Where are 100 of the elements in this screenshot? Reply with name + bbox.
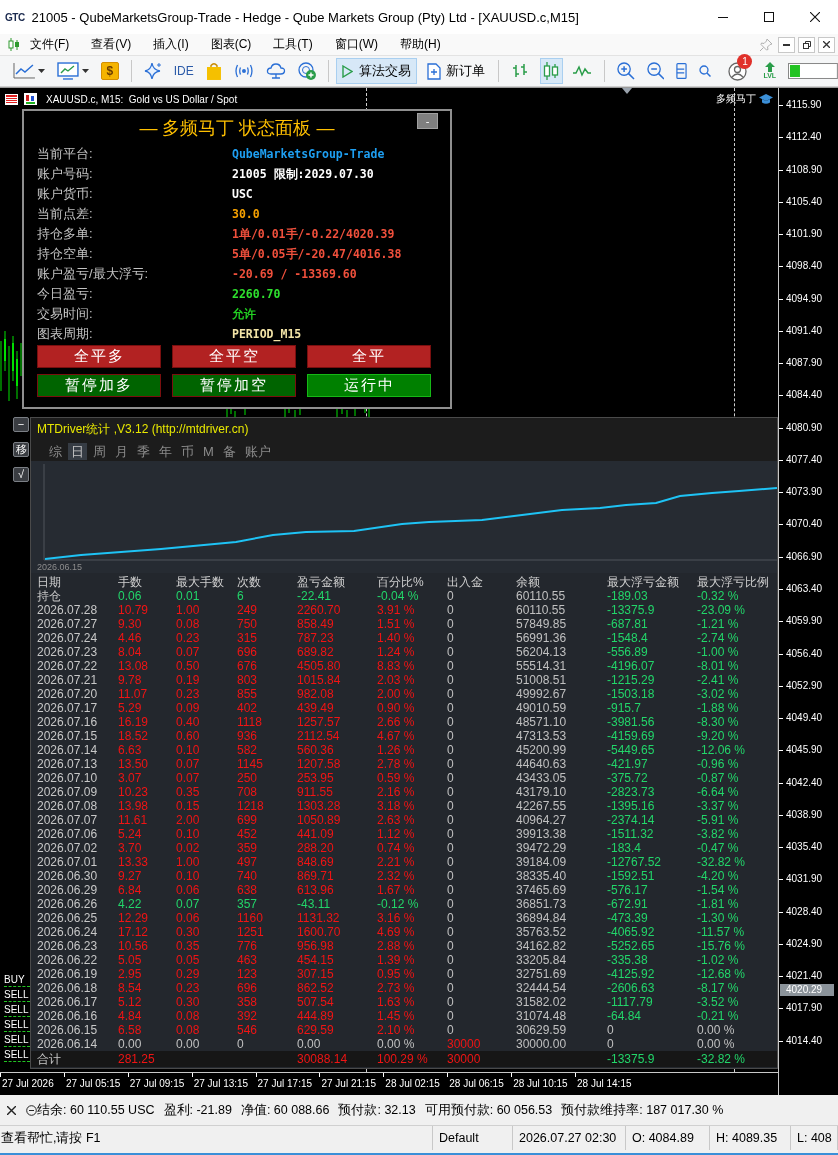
table-cell: 60110.55 — [516, 603, 566, 617]
tab[interactable]: 季 — [134, 443, 153, 460]
search-icon[interactable] — [699, 65, 712, 77]
arrow-up-icon[interactable] — [764, 62, 775, 72]
table-cell: 2026.07.13 — [37, 757, 98, 771]
cloud-icon[interactable] — [265, 63, 286, 79]
new-order-button[interactable]: 新订单 — [423, 58, 488, 84]
table-cell: -375.72 — [607, 771, 648, 785]
table-cell: 2026.07.23 — [37, 645, 98, 659]
table-cell: 18.52 — [118, 729, 149, 743]
status-cell: L: 408 — [791, 1126, 838, 1150]
restore-icon — [802, 40, 811, 49]
line-chart-icon[interactable] — [13, 63, 35, 79]
restore-button[interactable] — [798, 36, 815, 53]
menu-item[interactable]: 窗口(W) — [334, 36, 378, 53]
table-cell: -3981.56 — [607, 715, 655, 729]
minimize-button[interactable] — [778, 36, 795, 53]
signal-waves-icon[interactable] — [233, 64, 254, 78]
table-cell: 0.00 — [118, 1037, 142, 1051]
panel-button[interactable]: 暂停加空 — [172, 374, 296, 397]
table-cell: 2026.07.21 — [37, 673, 98, 687]
table-cell: 30000 — [447, 1037, 481, 1051]
panel-button[interactable]: 暂停加多 — [37, 374, 161, 397]
panel-button[interactable]: 全平多 — [37, 345, 161, 368]
menu-item[interactable]: 插入(I) — [153, 36, 189, 53]
collapse-button[interactable]: - — [417, 113, 438, 129]
table-cell: 3.16 % — [377, 911, 415, 925]
table-cell: 2026.06.14 — [37, 1037, 98, 1051]
bar-chart-icon — [512, 63, 529, 79]
status-cell: 2026.07.27 02:30 — [513, 1126, 626, 1150]
table-cell: -32.82 % — [697, 855, 746, 869]
sparkle-icon[interactable] — [143, 62, 162, 80]
table-cell: -1511.32 — [607, 827, 654, 841]
tab[interactable]: 日 — [68, 443, 87, 460]
table-cell: 8.04 — [118, 645, 142, 659]
panel-tool-button[interactable]: − — [13, 417, 29, 432]
tab[interactable]: 备 — [219, 443, 239, 460]
shopping-bag-icon[interactable] — [205, 62, 222, 80]
zoom-in-icon[interactable] — [616, 62, 635, 80]
table-cell: -1.02 % — [697, 953, 739, 967]
table-cell: -5449.65 — [607, 743, 655, 757]
table-cell: -1592.51 — [607, 869, 655, 883]
tab[interactable]: M — [200, 443, 217, 460]
candlestick-button[interactable] — [539, 58, 563, 84]
table-cell: -1.21 % — [697, 617, 739, 631]
candlestick-icon[interactable] — [24, 93, 37, 105]
panel-button[interactable]: 全平 — [307, 345, 431, 368]
table-cell: 45200.99 — [516, 743, 567, 757]
table-cell: 0 — [447, 869, 454, 883]
table-cell: 0.30 — [176, 995, 200, 1009]
globe-plus-icon[interactable] — [297, 62, 316, 80]
market-button[interactable]: $ — [100, 62, 119, 80]
tab[interactable]: 周 — [90, 443, 109, 460]
table-cell: 2026.07.16 — [37, 715, 98, 729]
trade-list-icon[interactable] — [5, 93, 18, 105]
table-cell: 0 — [447, 925, 454, 939]
table-cell: -189.03 — [607, 589, 648, 603]
table-cell: 2026.06.17 — [37, 995, 98, 1009]
algo-trading-button[interactable]: 算法交易 — [335, 58, 417, 84]
total-cell: -13375.9 — [607, 1051, 655, 1067]
zoom-out-icon[interactable] — [646, 62, 665, 80]
close-button[interactable] — [818, 36, 835, 53]
triangle-marker-icon[interactable] — [622, 88, 632, 94]
table-cell: 51008.51 — [516, 673, 567, 687]
table-cell: 48571.10 — [516, 715, 567, 729]
panel-title: — 多频马丁 状态面板 — — [139, 116, 335, 140]
panel-tool-button[interactable]: √ — [13, 467, 29, 482]
panel-button[interactable]: 全平空 — [172, 345, 296, 368]
field-value: USC — [232, 187, 253, 201]
table-cell: 10.56 — [118, 939, 149, 953]
caret-icon[interactable] — [81, 69, 89, 73]
tab[interactable]: 账户 — [241, 443, 274, 460]
table-cell: 0.35 — [176, 785, 200, 799]
table-cell: -0.04 % — [377, 589, 419, 603]
panel-button[interactable]: 运行中 — [307, 374, 431, 397]
menu-item[interactable]: 查看(V) — [91, 36, 132, 53]
field-label: 账户货币: — [37, 185, 93, 203]
table-cell: 3.91 % — [377, 603, 415, 617]
graduation-cap-icon[interactable] — [759, 93, 773, 105]
table-cell: -0.32 % — [697, 589, 739, 603]
ide-button[interactable]: IDE — [173, 64, 194, 78]
menu-item[interactable]: 图表(C) — [210, 36, 252, 53]
collapse-icon[interactable] — [26, 1104, 37, 1116]
table-cell: 2026.07.07 — [37, 813, 98, 827]
field-value: 2260.70 — [232, 287, 281, 301]
tab[interactable]: 年 — [156, 443, 175, 460]
menu-item[interactable]: 工具(T) — [273, 36, 313, 53]
tab[interactable]: 币 — [178, 443, 197, 460]
menu-item[interactable]: 帮助(H) — [400, 36, 441, 53]
panel-tool-button[interactable]: 移 — [13, 442, 29, 457]
table-cell: 1050.89 — [297, 813, 341, 827]
table-cell: 11.61 — [118, 813, 148, 827]
table-cell: -1503.18 — [607, 687, 655, 701]
tab[interactable]: 月 — [112, 443, 131, 460]
caret-icon[interactable] — [37, 69, 45, 73]
menu-item[interactable]: 文件(F) — [30, 36, 70, 53]
tab[interactable]: 综 — [46, 443, 65, 460]
table-cell: 1.39 % — [377, 953, 415, 967]
table-cell: 0.50 — [176, 659, 200, 673]
panel-icon[interactable] — [676, 62, 688, 80]
